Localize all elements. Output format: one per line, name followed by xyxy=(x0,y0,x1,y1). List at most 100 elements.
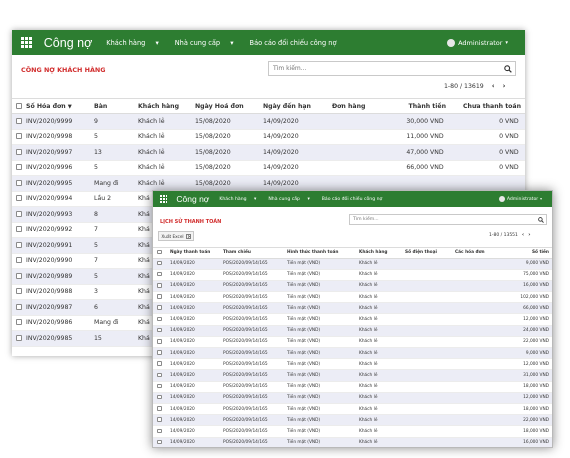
table-row[interactable]: 14/09/2020 POS/2020/09/14/165 Tiền mặt (VN… xyxy=(153,336,552,349)
row-checkbox[interactable] xyxy=(12,129,26,145)
row-checkbox[interactable] xyxy=(12,268,26,285)
select-all-checkbox[interactable] xyxy=(153,247,166,259)
row-checkbox[interactable] xyxy=(153,291,166,304)
row-checkbox[interactable] xyxy=(12,160,26,176)
table-row[interactable]: 14/09/2020 POS/2020/09/14/165 Tiền mặt (VN… xyxy=(153,403,552,416)
row-checkbox[interactable] xyxy=(12,330,26,347)
row-checkbox[interactable] xyxy=(12,299,26,316)
table-row[interactable]: 14/09/2020 POS/2020/09/14/165 Tiền mặt (VN… xyxy=(153,269,552,281)
row-checkbox[interactable] xyxy=(153,392,166,404)
table-row[interactable]: INV/2020/9996 5 Khách lẻ 15/08/2020 14/09/20… xyxy=(12,160,525,176)
search-input[interactable]: Tìm kiếm... xyxy=(349,214,547,225)
col-invoice-number[interactable]: Số Hóa đơn ▼ xyxy=(26,98,94,114)
row-checkbox[interactable] xyxy=(12,191,26,207)
prev-page-icon[interactable]: ‹ xyxy=(492,82,495,90)
table-row[interactable]: 14/09/2020 POS/2020/09/14/165 Tiền mặt (VN… xyxy=(153,280,552,293)
table-row[interactable]: INV/2020/9998 5 Khách lẻ 15/08/2020 14/09/20… xyxy=(12,129,525,145)
row-checkbox[interactable] xyxy=(153,269,166,281)
apps-grid-icon[interactable] xyxy=(160,195,168,203)
col-phone[interactable]: Số điện thoại xyxy=(405,247,455,259)
next-page-icon[interactable]: › xyxy=(528,232,530,238)
row-checkbox[interactable] xyxy=(12,113,26,130)
row-checkbox[interactable] xyxy=(153,313,166,326)
row-checkbox[interactable] xyxy=(153,336,166,349)
pager-value[interactable]: 1-80 / 13619 xyxy=(444,83,484,90)
cell-phone xyxy=(405,347,455,360)
cell-amount: 24,000 VND xyxy=(501,325,552,337)
row-checkbox[interactable] xyxy=(12,284,26,300)
select-all-checkbox[interactable] xyxy=(12,98,26,114)
row-checkbox[interactable] xyxy=(153,437,166,447)
table-row[interactable]: 14/09/2020 POS/2020/09/14/165 Tiền mặt (VN… xyxy=(153,414,552,427)
table-row[interactable]: INV/2020/9997 13 Khách lẻ 15/08/2020 14/09/2… xyxy=(12,144,525,161)
table-row[interactable]: 14/09/2020 POS/2020/09/14/165 Tiền mặt (VN… xyxy=(153,291,552,304)
export-excel-button[interactable]: Xuất Excel xyxy=(158,231,194,241)
cell-due-date: 14/09/2020 xyxy=(263,129,332,145)
row-checkbox[interactable] xyxy=(12,206,26,223)
col-amount[interactable]: Số tiền xyxy=(501,247,552,259)
table-row[interactable]: 14/09/2020 POS/2020/09/14/165 Tiền mặt (VN… xyxy=(153,392,552,404)
menu-item-customers[interactable]: Khách hàng ▾ xyxy=(106,39,166,47)
row-checkbox[interactable] xyxy=(153,280,166,293)
next-page-icon[interactable]: › xyxy=(503,82,506,90)
row-checkbox[interactable] xyxy=(12,175,26,192)
table-row[interactable]: 14/09/2020 POS/2020/09/14/165 Tiền mặt (VN… xyxy=(153,313,552,326)
apps-grid-icon[interactable] xyxy=(21,37,32,48)
user-menu[interactable]: Administrator ▾ xyxy=(447,38,508,47)
col-unpaid[interactable]: Chưa thanh toán xyxy=(450,98,525,114)
row-checkbox[interactable] xyxy=(153,325,166,337)
col-total[interactable]: Thành tiền xyxy=(387,98,450,114)
menu-item-reconciliation-report[interactable]: Báo cáo đối chiếu công nợ xyxy=(322,197,383,202)
col-customer[interactable]: Khách hàng xyxy=(138,98,195,114)
col-customer[interactable]: Khách hàng xyxy=(359,247,405,259)
table-row[interactable]: 14/09/2020 POS/2020/09/14/165 Tiền mặt (VN… xyxy=(153,437,552,447)
table-row[interactable]: 14/09/2020 POS/2020/09/14/165 Tiền mặt (VN… xyxy=(153,381,552,393)
menu-item-reconciliation-report[interactable]: Báo cáo đối chiếu công nợ xyxy=(250,39,337,47)
pager-value[interactable]: 1-80 / 13551 xyxy=(489,233,518,238)
table-row[interactable]: INV/2020/9995 Mang đi Khách lẻ 15/08/2020 14… xyxy=(12,175,525,192)
row-checkbox[interactable] xyxy=(153,258,166,270)
col-payment-method[interactable]: Hình thức thanh toán xyxy=(287,247,359,259)
row-checkbox[interactable] xyxy=(153,302,166,315)
prev-page-icon[interactable]: ‹ xyxy=(522,232,524,238)
row-checkbox[interactable] xyxy=(153,425,166,438)
cell-phone xyxy=(405,291,455,304)
table-row[interactable]: 14/09/2020 POS/2020/09/14/165 Tiền mặt (VN… xyxy=(153,325,552,337)
table-row[interactable]: 14/09/2020 POS/2020/09/14/165 Tiền mặt (VN… xyxy=(153,347,552,360)
row-checkbox[interactable] xyxy=(12,253,26,269)
cell-amount: 22,000 VND xyxy=(501,336,552,349)
table-row[interactable]: 14/09/2020 POS/2020/09/14/165 Tiền mặt (VN… xyxy=(153,369,552,382)
col-reference[interactable]: Tham chiếu xyxy=(223,247,287,259)
row-checkbox[interactable] xyxy=(12,144,26,161)
cell-phone xyxy=(405,313,455,326)
cell-payment-date: 14/09/2020 xyxy=(166,369,223,382)
row-checkbox[interactable] xyxy=(12,222,26,238)
row-checkbox[interactable] xyxy=(153,347,166,360)
menu-item-customers[interactable]: Khách hàng ▾ xyxy=(219,197,262,202)
col-payment-date[interactable]: Ngày thanh toán xyxy=(166,247,223,259)
row-checkbox[interactable] xyxy=(12,237,26,254)
menu-item-suppliers[interactable]: Nhà cung cấp ▾ xyxy=(268,197,315,202)
row-checkbox[interactable] xyxy=(153,381,166,393)
col-due-date[interactable]: Ngày đến hạn xyxy=(263,98,332,114)
col-order[interactable]: Đơn hàng xyxy=(332,98,387,114)
row-checkbox[interactable] xyxy=(12,315,26,331)
search-icon[interactable] xyxy=(538,216,544,223)
menu-item-suppliers[interactable]: Nhà cung cấp ▾ xyxy=(175,39,242,47)
search-input[interactable]: Tìm kiếm... xyxy=(268,61,516,76)
table-row[interactable]: 14/09/2020 POS/2020/09/14/165 Tiền mặt (VN… xyxy=(153,258,552,270)
row-checkbox[interactable] xyxy=(153,358,166,371)
col-table[interactable]: Bàn xyxy=(94,98,138,114)
main-menu: Khách hàng ▾ Nhà cung cấp ▾ Báo cáo đối … xyxy=(106,39,344,47)
table-row[interactable]: INV/2020/9999 9 Khách lẻ 15/08/2020 14/09/20… xyxy=(12,113,525,130)
row-checkbox[interactable] xyxy=(153,369,166,382)
user-menu[interactable]: Administrator ▾ xyxy=(498,196,542,202)
table-row[interactable]: 14/09/2020 POS/2020/09/14/165 Tiền mặt (VN… xyxy=(153,302,552,315)
table-row[interactable]: 14/09/2020 POS/2020/09/14/165 Tiền mặt (VN… xyxy=(153,425,552,438)
col-invoices[interactable]: Các hóa đơn xyxy=(455,247,501,259)
table-row[interactable]: 14/09/2020 POS/2020/09/14/165 Tiền mặt (VN… xyxy=(153,358,552,371)
row-checkbox[interactable] xyxy=(153,414,166,427)
row-checkbox[interactable] xyxy=(153,403,166,416)
col-invoice-date[interactable]: Ngày Hoá đơn xyxy=(195,98,263,114)
search-icon[interactable] xyxy=(504,64,512,73)
